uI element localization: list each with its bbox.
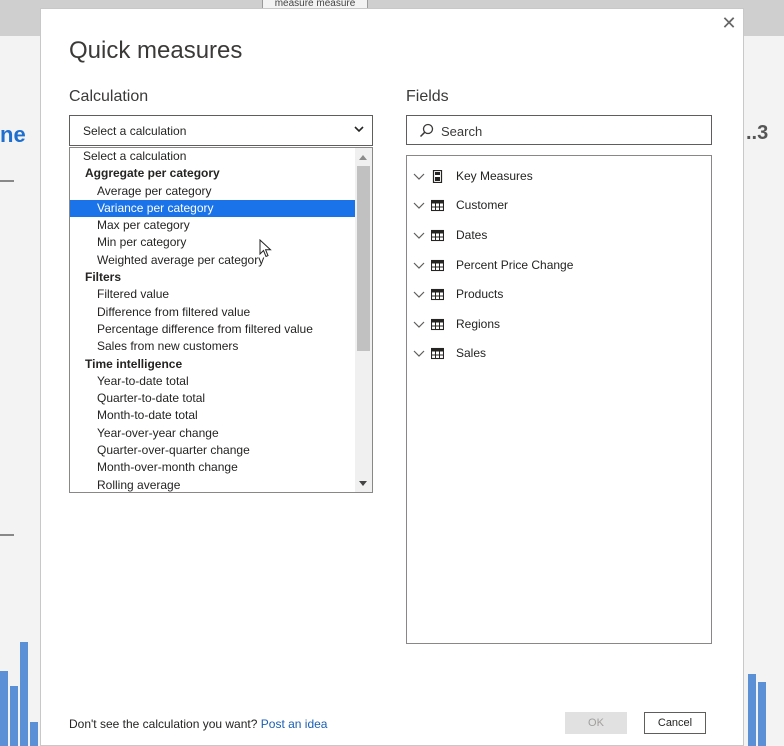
background-divider	[0, 534, 14, 536]
table-icon	[431, 259, 444, 272]
dropdown-option[interactable]: Difference from filtered value	[70, 304, 356, 321]
mouse-cursor-icon	[259, 239, 272, 258]
dropdown-option[interactable]: Percentage difference from filtered valu…	[70, 321, 356, 338]
footer-prompt: Don't see the calculation you want? Post…	[69, 717, 327, 731]
cancel-button[interactable]: Cancel	[644, 712, 706, 734]
background-chart-bar	[758, 682, 766, 746]
field-label: Customer	[456, 198, 509, 212]
post-an-idea-link[interactable]: Post an idea	[261, 717, 328, 731]
dropdown-option[interactable]: Month-to-date total	[70, 407, 356, 424]
dropdown-option[interactable]: Sales from new customers	[70, 338, 356, 355]
background-chart-bar	[10, 686, 18, 746]
ok-button[interactable]: OK	[565, 712, 627, 734]
calculation-select[interactable]: Select a calculation	[69, 115, 373, 146]
dropdown-option-selected[interactable]: Variance per category	[70, 199, 356, 218]
table-icon	[431, 229, 444, 242]
table-icon	[431, 199, 444, 212]
close-button[interactable]: ✕	[721, 13, 737, 33]
fields-panel: Key Measures Customer Dates Percent Price C…	[406, 155, 712, 644]
dropdown-group-header: Aggregate per category	[85, 166, 220, 181]
table-icon	[431, 288, 444, 301]
search-icon	[419, 123, 434, 138]
dropdown-option[interactable]: Weighted average per category	[70, 252, 356, 269]
dialog-title: Quick measures	[69, 37, 243, 64]
field-row[interactable]: Regions	[407, 313, 711, 337]
field-label: Percent Price Change	[456, 258, 574, 272]
background-chart-bar	[30, 722, 38, 746]
dropdown-option[interactable]: Select a calculation	[70, 148, 356, 165]
fields-label: Fields	[406, 88, 449, 105]
field-label: Regions	[456, 317, 501, 331]
background-chart-bar	[20, 642, 28, 746]
dropdown-option[interactable]: Year-to-date total	[70, 373, 356, 390]
background-left-text: ne	[0, 122, 26, 147]
chevron-down-icon[interactable]	[413, 290, 425, 300]
chevron-down-icon[interactable]	[413, 231, 425, 241]
dropdown-option[interactable]: Average per category	[70, 183, 356, 200]
background-chart-bar	[748, 674, 756, 746]
scroll-down-arrow-icon[interactable]	[359, 481, 367, 486]
chevron-down-icon[interactable]	[413, 201, 425, 211]
calculation-dropdown-list[interactable]: Select a calculation Aggregate per catego…	[69, 147, 373, 493]
quick-measures-dialog: ✕ Quick measures Calculation Fields Sele…	[40, 8, 744, 746]
footer-prompt-text: Don't see the calculation you want?	[69, 717, 258, 731]
close-icon: ✕	[721, 13, 737, 33]
dropdown-option[interactable]: Year-over-year change	[70, 425, 356, 442]
field-row[interactable]: Dates	[407, 224, 711, 248]
dropdown-options: Select a calculation Aggregate per catego…	[70, 148, 356, 492]
field-row[interactable]: Key Measures	[407, 165, 711, 189]
chevron-down-icon[interactable]	[413, 320, 425, 330]
calculator-icon	[432, 170, 443, 183]
search-input[interactable]	[441, 121, 701, 141]
chevron-down-icon	[354, 126, 364, 133]
scroll-up-arrow-icon[interactable]	[359, 155, 367, 160]
field-row[interactable]: Customer	[407, 194, 711, 218]
dropdown-option[interactable]: Rolling average	[70, 477, 356, 492]
dropdown-group-header: Time intelligence	[85, 356, 183, 371]
background-right-text: ..3	[746, 122, 769, 144]
chevron-down-icon[interactable]	[413, 349, 425, 359]
chevron-down-icon[interactable]	[413, 172, 425, 182]
field-label: Products	[456, 287, 504, 301]
field-row[interactable]: Percent Price Change	[407, 254, 711, 278]
calculation-label: Calculation	[69, 88, 149, 105]
field-label: Sales	[456, 346, 487, 360]
table-icon	[431, 347, 444, 360]
table-icon	[431, 318, 444, 331]
field-label: Key Measures	[456, 169, 533, 183]
dropdown-option[interactable]: Filtered value	[70, 286, 356, 303]
dropdown-group-header: Filters	[85, 270, 122, 285]
dropdown-option[interactable]: Quarter-over-quarter change	[70, 442, 356, 459]
dropdown-option[interactable]: Max per category	[70, 217, 356, 234]
field-label: Dates	[456, 228, 488, 242]
search-field[interactable]	[406, 115, 712, 145]
dropdown-scrollbar[interactable]	[355, 148, 372, 492]
field-row[interactable]: Sales	[407, 342, 711, 366]
calculation-select-value: Select a calculation	[83, 124, 187, 138]
chevron-down-icon[interactable]	[413, 261, 425, 271]
dropdown-option[interactable]: Quarter-to-date total	[70, 390, 356, 407]
scrollbar-thumb[interactable]	[357, 166, 370, 351]
background-divider	[0, 180, 14, 182]
dropdown-option[interactable]: Min per category	[70, 234, 356, 251]
dropdown-option[interactable]: Month-over-month change	[70, 459, 356, 476]
field-row[interactable]: Products	[407, 283, 711, 307]
background-chart-bar	[0, 671, 8, 746]
